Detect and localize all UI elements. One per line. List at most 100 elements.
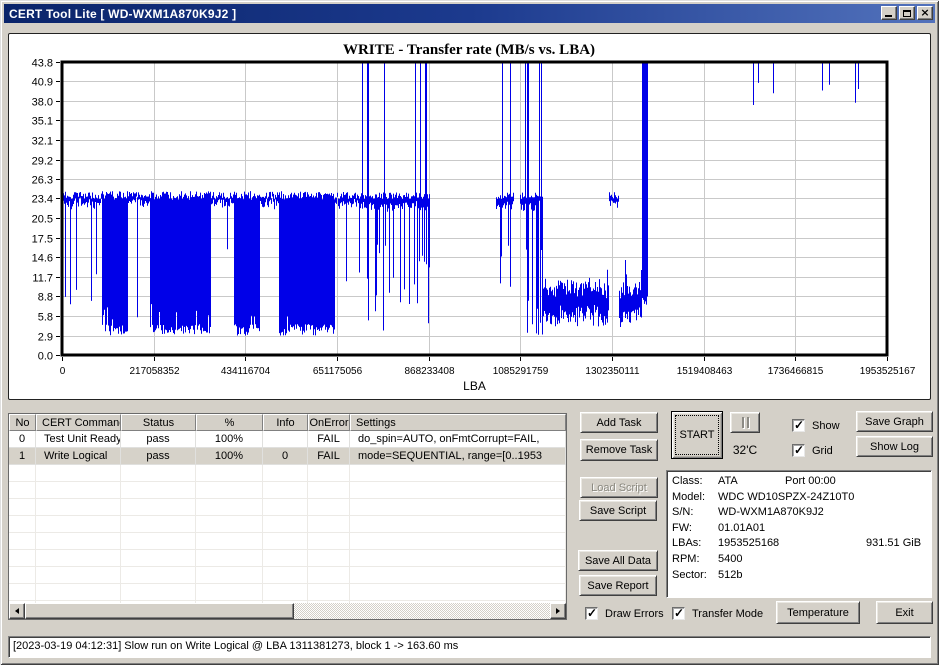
- drive-info-row: Class:ATAPort 00:00: [672, 475, 931, 491]
- table-cell: [263, 567, 308, 584]
- y-tick-label: 29.2: [32, 156, 53, 168]
- table-cell: [121, 465, 196, 482]
- drive-info-value: 5400: [718, 553, 742, 565]
- table-cell: [9, 482, 36, 499]
- save-all-data-button[interactable]: Save All Data: [578, 550, 658, 571]
- table-cell: 1: [9, 448, 36, 465]
- drive-info-value: 1953525168: [718, 537, 779, 549]
- table-cell: [9, 465, 36, 482]
- table-header: NoCERT CommandStatus%InfoOnErrorSettings: [9, 414, 566, 431]
- drive-info-value: ATA: [718, 475, 738, 487]
- scrollbar-track[interactable]: [25, 603, 550, 619]
- minimize-button[interactable]: [881, 6, 897, 20]
- pause-button[interactable]: [730, 412, 760, 433]
- scrollbar-thumb[interactable]: [25, 603, 294, 619]
- column-header-settings[interactable]: Settings: [350, 414, 566, 431]
- table-cell: [121, 567, 196, 584]
- horizontal-scrollbar[interactable]: [9, 603, 566, 619]
- show-log-button[interactable]: Show Log: [856, 436, 933, 457]
- table-row: [9, 516, 566, 533]
- start-button[interactable]: START: [671, 411, 723, 459]
- table-cell: [308, 533, 350, 550]
- table-row[interactable]: 0Test Unit Readypass100%FAILdo_spin=AUTO…: [9, 431, 566, 448]
- x-tick-label: 651175056: [313, 366, 363, 377]
- close-button[interactable]: ×: [917, 6, 933, 20]
- task-table: NoCERT CommandStatus%InfoOnErrorSettings…: [8, 413, 567, 620]
- status-text: [2023-03-19 04:12:31] Slow run on Write …: [13, 640, 458, 652]
- table-row: [9, 550, 566, 567]
- y-tick-label: 5.8: [38, 312, 53, 324]
- column-header-status[interactable]: Status: [121, 414, 196, 431]
- table-cell: [36, 465, 121, 482]
- table-cell: [263, 584, 308, 601]
- scroll-left-button[interactable]: [9, 603, 25, 619]
- table-cell: [308, 567, 350, 584]
- column-header-no[interactable]: No: [9, 414, 36, 431]
- drive-info-label: Class:: [672, 475, 718, 487]
- x-tick-label: 1302350111: [585, 366, 640, 377]
- table-row: [9, 567, 566, 584]
- app-window: CERT Tool Lite [ WD-WXM1A870K9J2 ] × 0.0…: [0, 0, 939, 665]
- drive-info-label: LBAs:: [672, 537, 718, 549]
- maximize-icon: [903, 10, 911, 17]
- table-cell: [36, 533, 121, 550]
- x-axis-title: LBA: [463, 379, 486, 393]
- drive-info-label: RPM:: [672, 553, 718, 565]
- table-cell: [36, 482, 121, 499]
- add-task-button[interactable]: Add Task: [580, 412, 658, 433]
- y-tick-label: 35.1: [32, 116, 53, 128]
- draw-errors-checkbox[interactable]: [585, 607, 598, 620]
- table-cell: [263, 499, 308, 516]
- transfer-mode-checkbox[interactable]: [672, 607, 685, 620]
- title-bar[interactable]: CERT Tool Lite [ WD-WXM1A870K9J2 ] ×: [4, 4, 935, 23]
- close-icon: ×: [920, 8, 929, 18]
- column-header-onerror[interactable]: OnError: [308, 414, 350, 431]
- temperature-button[interactable]: Temperature: [776, 601, 860, 624]
- show-checkbox[interactable]: [792, 419, 805, 432]
- table-cell: [308, 584, 350, 601]
- save-report-button[interactable]: Save Report: [579, 575, 657, 596]
- table-cell: [308, 516, 350, 533]
- table-cell: Test Unit Ready: [36, 431, 121, 448]
- table-row: [9, 499, 566, 516]
- table-cell: [121, 533, 196, 550]
- table-cell: [308, 550, 350, 567]
- table-cell: 0: [9, 431, 36, 448]
- scroll-right-button[interactable]: [550, 603, 566, 619]
- y-tick-label: 20.5: [32, 214, 53, 226]
- y-tick-label: 40.9: [32, 77, 53, 89]
- chart-title: WRITE - Transfer rate (MB/s vs. LBA): [343, 42, 595, 58]
- status-bar: [2023-03-19 04:12:31] Slow run on Write …: [8, 636, 931, 658]
- table-cell: [121, 499, 196, 516]
- table-cell: [350, 550, 566, 567]
- table-cell: [350, 465, 566, 482]
- table-row: [9, 482, 566, 499]
- table-cell: [121, 584, 196, 601]
- save-script-button[interactable]: Save Script: [579, 500, 657, 521]
- table-cell: [263, 533, 308, 550]
- table-cell: 0: [263, 448, 308, 465]
- table-cell: [350, 499, 566, 516]
- table-cell: [263, 516, 308, 533]
- drive-info-panel: Class:ATAPort 00:00Model:WDC WD10SPZX-24…: [666, 470, 932, 598]
- column-header-info[interactable]: Info: [263, 414, 308, 431]
- table-cell: [9, 567, 36, 584]
- maximize-button[interactable]: [899, 6, 915, 20]
- exit-button[interactable]: Exit: [876, 601, 933, 624]
- table-row[interactable]: 1Write Logicalpass100%0FAILmode=SEQUENTI…: [9, 448, 566, 465]
- drive-info-row: LBAs:1953525168931.51 GiB: [672, 537, 931, 553]
- table-cell: [36, 516, 121, 533]
- save-graph-button[interactable]: Save Graph: [856, 411, 933, 432]
- grid-checkbox[interactable]: [792, 444, 805, 457]
- x-tick-label: 434116704: [221, 366, 271, 377]
- remove-task-button[interactable]: Remove Task: [580, 439, 658, 461]
- table-cell: [350, 533, 566, 550]
- window-title: CERT Tool Lite [ WD-WXM1A870K9J2 ]: [9, 7, 236, 21]
- table-cell: [9, 584, 36, 601]
- y-tick-label: 38.0: [32, 97, 53, 109]
- y-tick-label: 26.3: [32, 175, 53, 187]
- table-cell: [121, 550, 196, 567]
- column-header--[interactable]: %: [196, 414, 263, 431]
- column-header-cert-command[interactable]: CERT Command: [36, 414, 121, 431]
- table-cell: [308, 465, 350, 482]
